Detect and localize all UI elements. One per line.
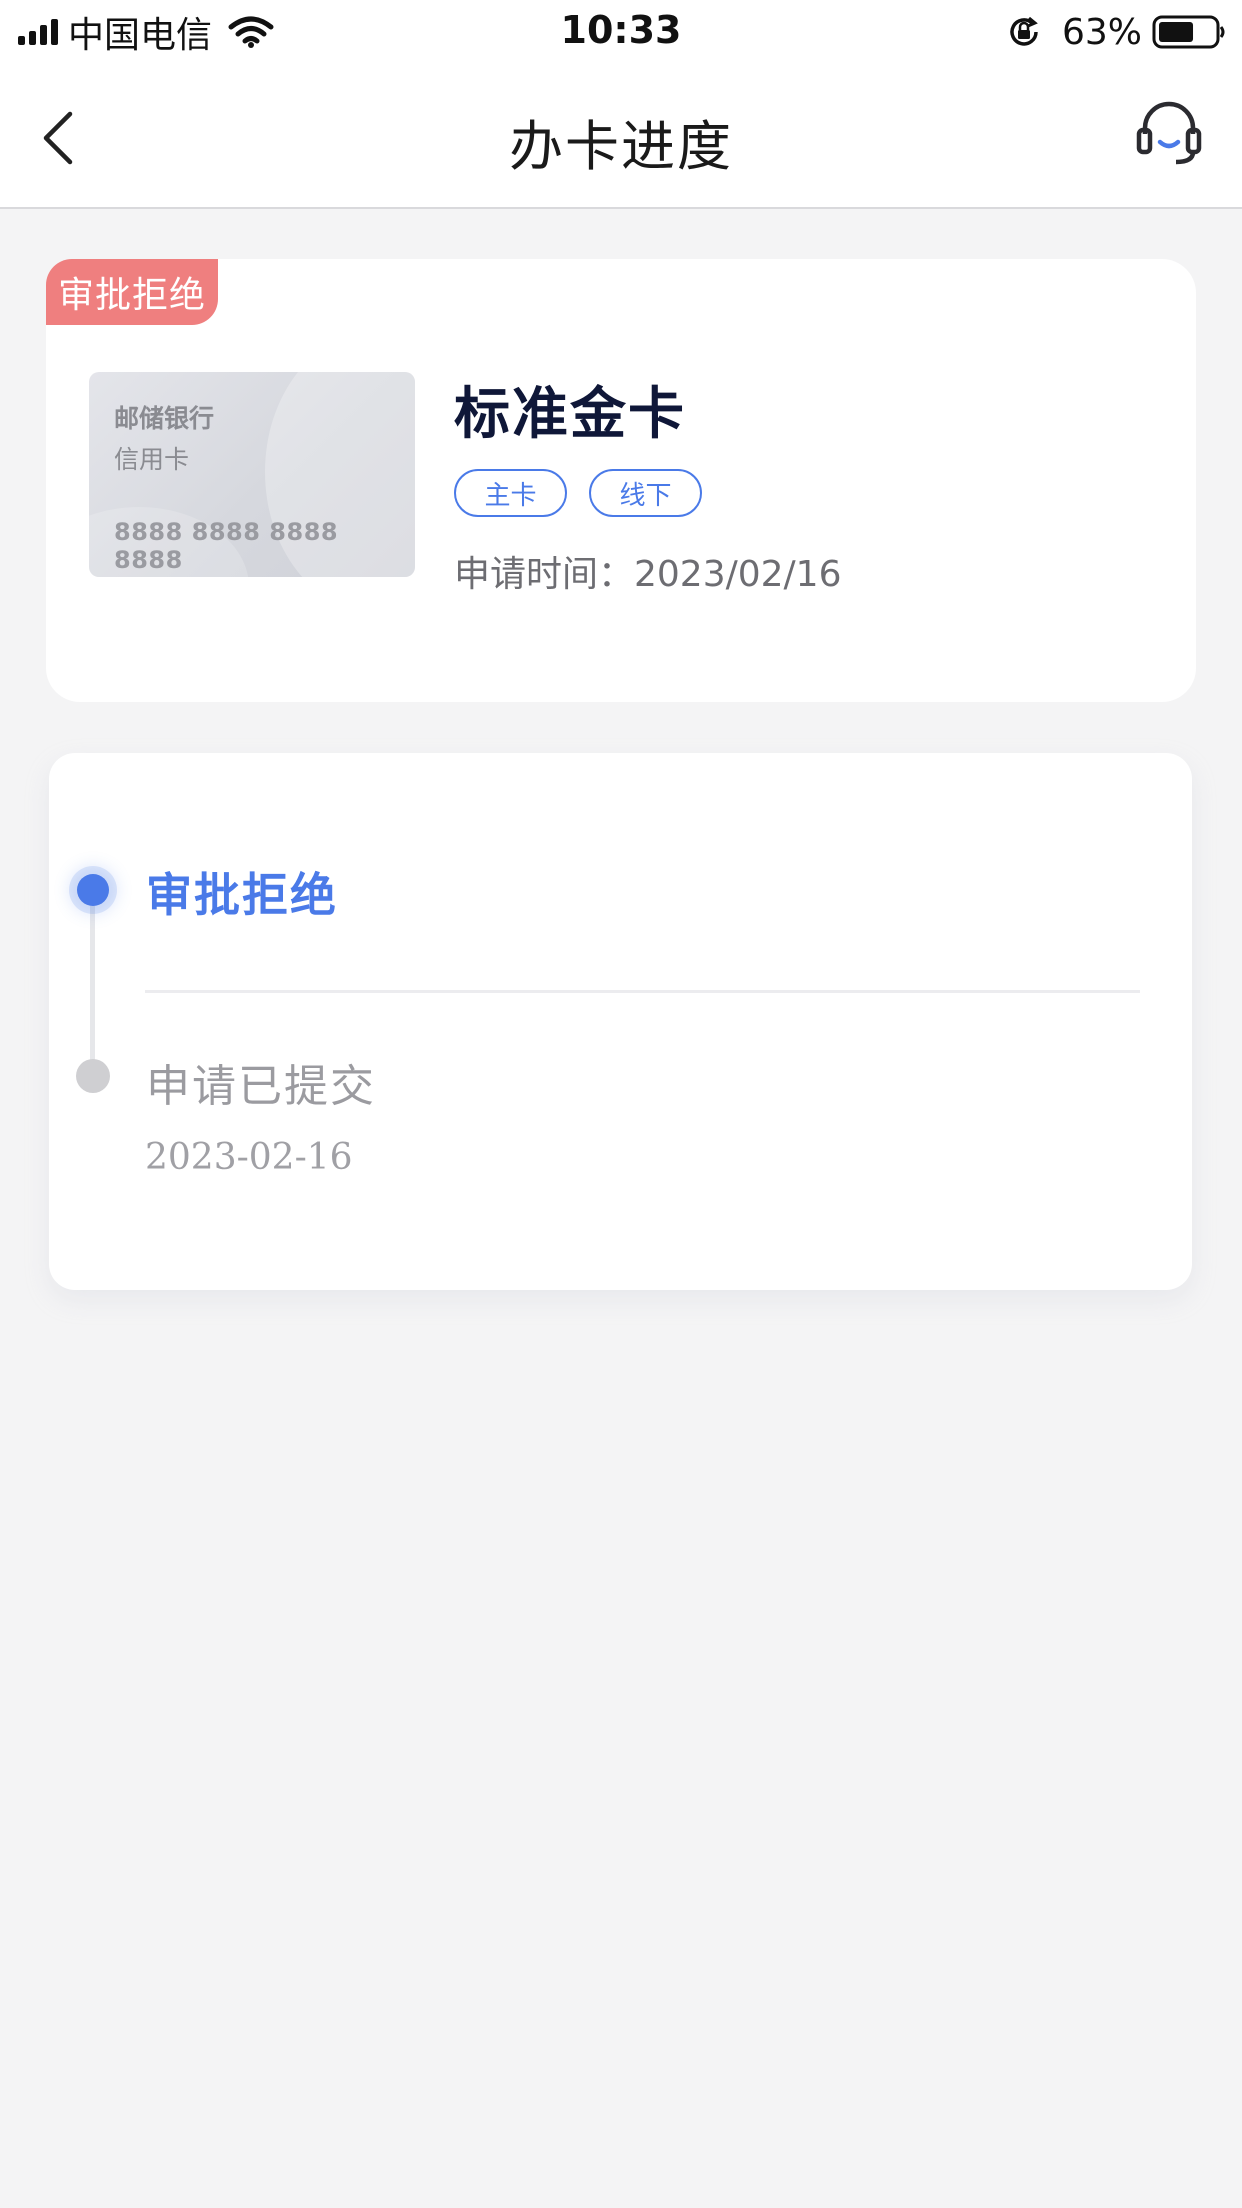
tag-offline: 线下: [589, 469, 702, 517]
battery-percent: 63%: [1061, 11, 1142, 53]
timeline-step-date: 2023-02-16: [145, 1137, 353, 1178]
timeline-step-submitted: 申请已提交: [146, 1061, 376, 1112]
tag-primary-card: 主卡: [454, 469, 567, 517]
timeline-connector: [90, 888, 95, 1068]
timeline-dot-done: [76, 1059, 110, 1093]
timeline-dot-current: [77, 874, 109, 906]
card-type-label: 信用卡: [114, 445, 190, 474]
card-product-name: 标准金卡: [454, 382, 686, 447]
status-badge: 审批拒绝: [46, 259, 218, 325]
card-number: 8888 8888 8888 8888: [114, 518, 339, 574]
timeline-step-rejected: 审批拒绝: [146, 868, 338, 922]
customer-service-headset-icon[interactable]: [1136, 100, 1202, 170]
rotation-lock-icon: [1010, 16, 1038, 46]
card-tags: 主卡 线下: [454, 469, 702, 517]
page-title: 办卡进度: [509, 115, 733, 178]
progress-timeline: 审批拒绝 申请已提交 2023-02-16: [49, 753, 1192, 1290]
divider: [145, 990, 1140, 993]
credit-card-image: 邮储银行 信用卡 8888 8888 8888 8888: [89, 372, 415, 577]
battery-icon: [1152, 15, 1225, 49]
card-bank-name: 邮储银行: [114, 404, 215, 433]
nav-bar: 办卡进度: [0, 64, 1242, 209]
card-info-panel: 审批拒绝 邮储银行 信用卡 8888 8888 8888 8888 标准金卡 主…: [46, 259, 1196, 702]
status-bar: 中国电信 10:33 63%: [0, 0, 1242, 64]
application-time: 申请时间：2023/02/16: [454, 554, 842, 595]
